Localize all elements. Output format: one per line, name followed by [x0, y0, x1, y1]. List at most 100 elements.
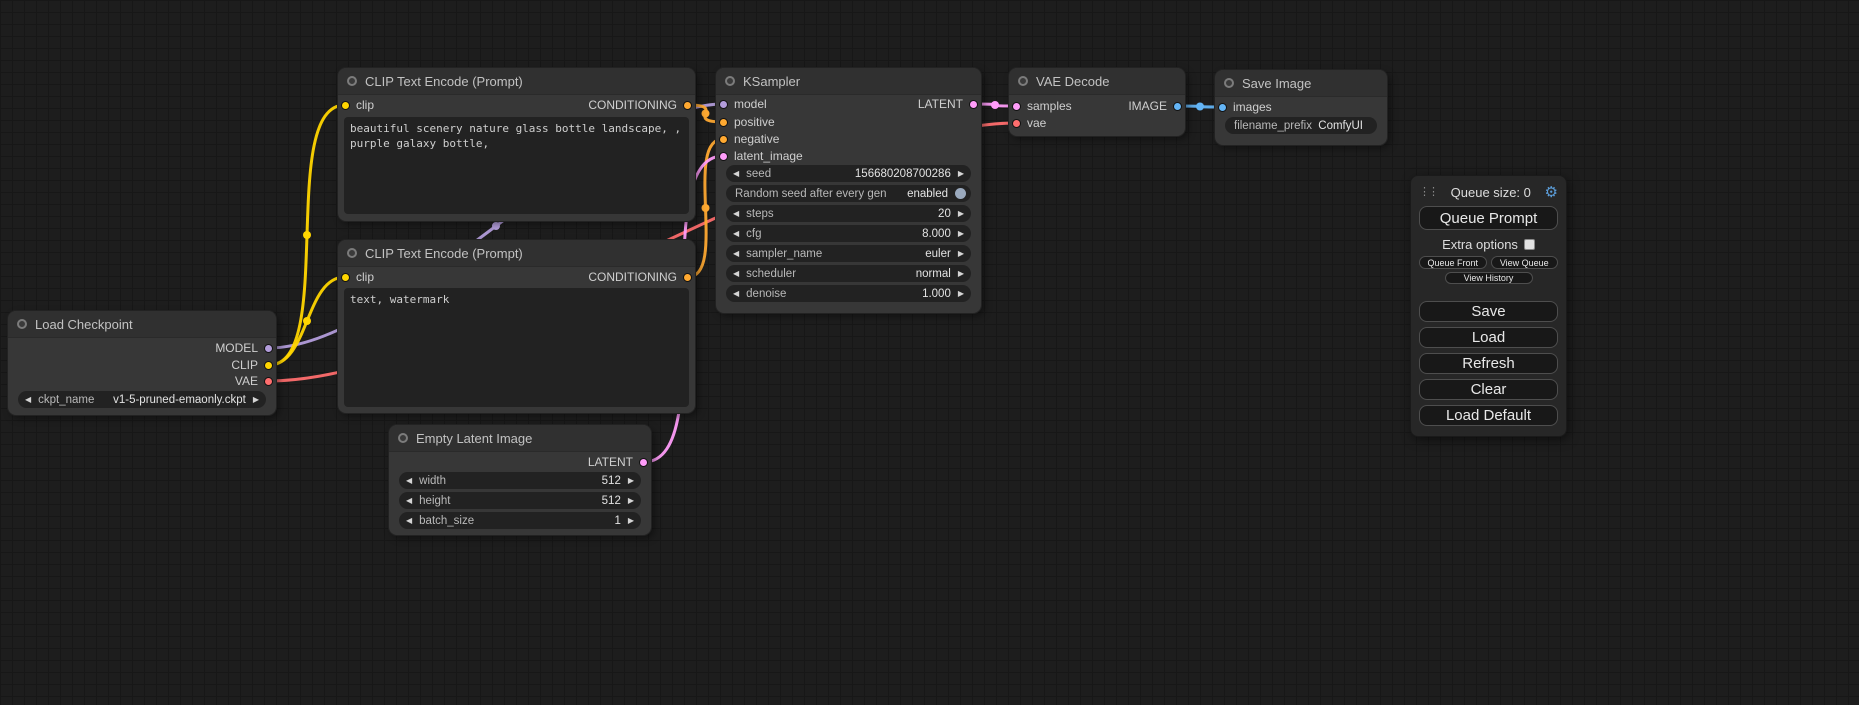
- increment-arrow-icon[interactable]: ▶: [253, 396, 259, 404]
- samples-input-port[interactable]: [1012, 102, 1021, 111]
- collapse-dot-icon[interactable]: [17, 319, 27, 329]
- scheduler-widget[interactable]: ◀ scheduler normal ▶: [726, 265, 971, 282]
- clip-input-port[interactable]: [341, 101, 350, 110]
- batch-size-widget[interactable]: ◀ batch_size 1 ▶: [399, 512, 641, 529]
- decrement-arrow-icon[interactable]: ◀: [733, 170, 739, 178]
- clip-output-port[interactable]: [264, 361, 273, 370]
- node-clip-text-encode-positive[interactable]: CLIP Text Encode (Prompt) clip CONDITION…: [338, 68, 695, 221]
- node-title-bar[interactable]: Save Image: [1215, 70, 1387, 97]
- vae-output-port[interactable]: [264, 377, 273, 386]
- negative-input-port[interactable]: [719, 135, 728, 144]
- increment-arrow-icon[interactable]: ▶: [628, 517, 634, 525]
- slot-row: clip CONDITIONING: [338, 269, 695, 285]
- increment-arrow-icon[interactable]: ▶: [628, 497, 634, 505]
- collapse-dot-icon[interactable]: [725, 76, 735, 86]
- slot-label: negative: [734, 132, 779, 146]
- increment-arrow-icon[interactable]: ▶: [958, 210, 964, 218]
- save-button[interactable]: Save: [1419, 301, 1558, 322]
- decrement-arrow-icon[interactable]: ◀: [406, 517, 412, 525]
- settings-gear-icon[interactable]: ⚙: [1545, 185, 1558, 200]
- width-widget[interactable]: ◀ width 512 ▶: [399, 472, 641, 489]
- link-midpoint-dot: [702, 110, 710, 118]
- node-title-bar[interactable]: CLIP Text Encode (Prompt): [338, 68, 695, 95]
- node-title-bar[interactable]: CLIP Text Encode (Prompt): [338, 240, 695, 267]
- node-empty-latent-image[interactable]: Empty Latent Image LATENT ◀ width 512 ▶ …: [389, 425, 651, 535]
- queue-menu-panel: ⋮⋮ Queue size: 0 ⚙ Queue Prompt Extra op…: [1410, 175, 1567, 437]
- height-widget[interactable]: ◀ height 512 ▶: [399, 492, 641, 509]
- toggle-knob-icon[interactable]: [955, 188, 966, 199]
- ckpt-name-widget[interactable]: ◀ ckpt_name v1-5-pruned-emaonly.ckpt ▶: [18, 391, 266, 408]
- collapse-dot-icon[interactable]: [398, 433, 408, 443]
- refresh-button[interactable]: Refresh: [1419, 353, 1558, 374]
- collapse-dot-icon[interactable]: [347, 248, 357, 258]
- view-queue-button[interactable]: View Queue: [1491, 256, 1559, 269]
- node-save-image[interactable]: Save Image images filename_prefix ComfyU…: [1215, 70, 1387, 145]
- increment-arrow-icon[interactable]: ▶: [958, 170, 964, 178]
- model-input-port[interactable]: [719, 100, 728, 109]
- conditioning-output-port[interactable]: [683, 101, 692, 110]
- slot-label: CONDITIONING: [588, 98, 677, 112]
- node-title-bar[interactable]: Empty Latent Image: [389, 425, 651, 452]
- decrement-arrow-icon[interactable]: ◀: [25, 396, 31, 404]
- node-title-bar[interactable]: VAE Decode: [1009, 68, 1185, 95]
- input-slot-images: images: [1215, 99, 1387, 115]
- prompt-textarea[interactable]: beautiful scenery nature glass bottle la…: [344, 117, 689, 214]
- node-vae-decode[interactable]: VAE Decode samples IMAGE vae: [1009, 68, 1185, 136]
- node-clip-text-encode-negative[interactable]: CLIP Text Encode (Prompt) clip CONDITION…: [338, 240, 695, 413]
- clip-input-port[interactable]: [341, 273, 350, 282]
- slot-label: VAE: [235, 374, 258, 388]
- node-load-checkpoint[interactable]: Load Checkpoint MODEL CLIP VAE ◀ ckpt_na…: [8, 311, 276, 415]
- increment-arrow-icon[interactable]: ▶: [958, 290, 964, 298]
- extra-options-checkbox[interactable]: [1524, 239, 1535, 250]
- queue-front-button[interactable]: Queue Front: [1419, 256, 1487, 269]
- view-history-button[interactable]: View History: [1445, 272, 1533, 284]
- vae-input-port[interactable]: [1012, 119, 1021, 128]
- queue-prompt-button[interactable]: Queue Prompt: [1419, 206, 1558, 230]
- decrement-arrow-icon[interactable]: ◀: [733, 210, 739, 218]
- increment-arrow-icon[interactable]: ▶: [958, 230, 964, 238]
- decrement-arrow-icon[interactable]: ◀: [733, 250, 739, 258]
- images-input-port[interactable]: [1218, 103, 1227, 112]
- latent-image-input-port[interactable]: [719, 152, 728, 161]
- decrement-arrow-icon[interactable]: ◀: [733, 230, 739, 238]
- increment-arrow-icon[interactable]: ▶: [628, 477, 634, 485]
- node-title: Empty Latent Image: [416, 431, 532, 446]
- decrement-arrow-icon[interactable]: ◀: [733, 290, 739, 298]
- sampler-name-widget[interactable]: ◀ sampler_name euler ▶: [726, 245, 971, 262]
- load-button[interactable]: Load: [1419, 327, 1558, 348]
- widget-label: denoise: [746, 288, 922, 300]
- conditioning-output-port[interactable]: [683, 273, 692, 282]
- latent-output-port[interactable]: [969, 100, 978, 109]
- queue-buttons-row: Queue Front View Queue: [1419, 256, 1558, 269]
- drag-handle-icon[interactable]: ⋮⋮: [1419, 187, 1437, 198]
- link-midpoint-dot: [303, 231, 311, 239]
- slot-label: positive: [734, 115, 775, 129]
- load-default-button[interactable]: Load Default: [1419, 405, 1558, 426]
- model-output-port[interactable]: [264, 344, 273, 353]
- image-output-port[interactable]: [1173, 102, 1182, 111]
- decrement-arrow-icon[interactable]: ◀: [733, 270, 739, 278]
- collapse-dot-icon[interactable]: [1018, 76, 1028, 86]
- positive-input-port[interactable]: [719, 118, 728, 127]
- decrement-arrow-icon[interactable]: ◀: [406, 477, 412, 485]
- filename-prefix-widget[interactable]: filename_prefix ComfyUI: [1225, 117, 1377, 134]
- prompt-textarea[interactable]: text, watermark: [344, 288, 689, 407]
- node-graph-canvas[interactable]: Load Checkpoint MODEL CLIP VAE ◀ ckpt_na…: [0, 0, 1859, 705]
- node-title-bar[interactable]: Load Checkpoint: [8, 311, 276, 338]
- widget-label: sampler_name: [746, 248, 925, 260]
- seed-widget[interactable]: ◀ seed 156680208700286 ▶: [726, 165, 971, 182]
- increment-arrow-icon[interactable]: ▶: [958, 270, 964, 278]
- decrement-arrow-icon[interactable]: ◀: [406, 497, 412, 505]
- node-title-bar[interactable]: KSampler: [716, 68, 981, 95]
- collapse-dot-icon[interactable]: [347, 76, 357, 86]
- node-ksampler[interactable]: KSampler model LATENT positive negative: [716, 68, 981, 313]
- increment-arrow-icon[interactable]: ▶: [958, 250, 964, 258]
- extra-options-label: Extra options: [1442, 237, 1518, 252]
- latent-output-port[interactable]: [639, 458, 648, 467]
- seed-control-widget[interactable]: Random seed after every gen enabled: [726, 185, 971, 202]
- steps-widget[interactable]: ◀ steps 20 ▶: [726, 205, 971, 222]
- cfg-widget[interactable]: ◀ cfg 8.000 ▶: [726, 225, 971, 242]
- clear-button[interactable]: Clear: [1419, 379, 1558, 400]
- collapse-dot-icon[interactable]: [1224, 78, 1234, 88]
- denoise-widget[interactable]: ◀ denoise 1.000 ▶: [726, 285, 971, 302]
